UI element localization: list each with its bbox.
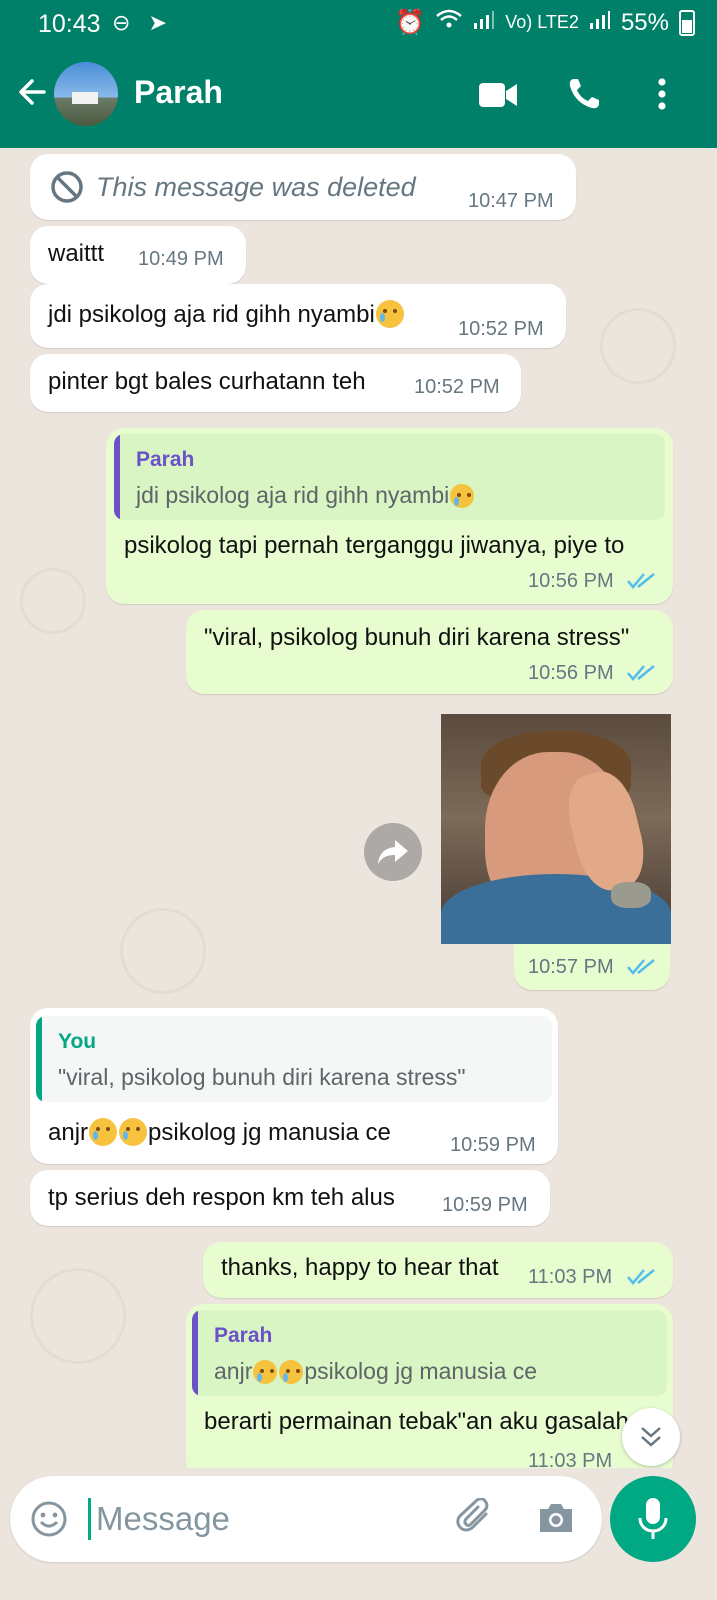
message-bubble-incoming[interactable]: waittt 10:49 PM	[30, 226, 246, 284]
alarm-icon: ⏰	[395, 9, 426, 36]
message-text: pinter bgt bales curhatann teh	[48, 368, 366, 395]
message-time: 10:56 PM	[528, 662, 614, 684]
attach-icon[interactable]	[456, 1498, 496, 1538]
contact-name[interactable]: Parah	[134, 74, 223, 111]
video-call-icon[interactable]	[478, 80, 518, 110]
quote-author: You	[58, 1030, 97, 1053]
quote-text: "viral, psikolog bunuh diri karena stres…	[58, 1064, 466, 1090]
quote-bar	[114, 434, 120, 520]
message-placeholder: Message	[96, 1500, 230, 1537]
quote-bar	[192, 1310, 198, 1396]
battery-icon	[679, 9, 695, 36]
message-text: thanks, happy to hear that	[221, 1254, 499, 1281]
message-bubble-incoming[interactable]: You "viral, psikolog bunuh diri karena s…	[30, 1008, 558, 1164]
message-text: jdi psikolog aja rid gihh nyambi	[48, 300, 405, 329]
deleted-icon	[51, 171, 83, 203]
wifi-icon	[435, 8, 463, 37]
message-time: 10:52 PM	[414, 376, 500, 398]
voice-call-icon[interactable]	[566, 76, 602, 112]
crying-face-emoji	[119, 1118, 148, 1146]
message-bubble-incoming[interactable]: This message was deleted 10:47 PM	[30, 154, 576, 220]
message-text: "viral, psikolog bunuh diri karena stres…	[204, 624, 630, 651]
emoji-icon[interactable]	[30, 1500, 68, 1538]
crying-face-emoji	[375, 300, 404, 328]
read-receipt-icon	[627, 573, 655, 589]
message-text: waittt	[48, 240, 105, 267]
scroll-to-bottom-button[interactable]	[622, 1408, 680, 1466]
message-time: 10:47 PM	[468, 190, 554, 212]
status-notification-icons: ⊖ ➤	[112, 10, 173, 35]
status-bar: 10:43 ⊖ ➤ ⏰ Vo) LTE2 55%	[0, 0, 717, 48]
message-bubble-incoming[interactable]: tp serius deh respon km teh alus 10:59 P…	[30, 1170, 550, 1226]
mic-icon	[638, 1498, 668, 1539]
message-text: berarti permainan tebak"an aku gasalah	[204, 1408, 629, 1435]
image-message[interactable]	[441, 714, 671, 944]
crying-face-emoji	[279, 1360, 304, 1384]
crying-face-emoji	[450, 484, 475, 508]
network-label: Vo) LTE2	[505, 12, 579, 32]
message-time: 10:59 PM	[450, 1134, 536, 1156]
message-bubble-outgoing[interactable]: Parah anjr psikolog jg manusia ce berarti…	[186, 1304, 673, 1468]
app-bar: Parah	[0, 48, 717, 148]
crying-face-emoji	[253, 1360, 278, 1384]
forward-icon	[378, 840, 408, 864]
text-cursor	[88, 1498, 91, 1540]
message-time: 11:03 PM	[528, 1450, 613, 1468]
message-time: 10:52 PM	[458, 318, 544, 340]
photo-watch	[611, 882, 651, 908]
status-time: 10:43	[38, 10, 101, 38]
message-bubble-incoming[interactable]: pinter bgt bales curhatann teh 10:52 PM	[30, 354, 521, 412]
more-vert-icon[interactable]	[652, 76, 672, 112]
camera-icon[interactable]	[536, 1500, 576, 1536]
top-bar: 10:43 ⊖ ➤ ⏰ Vo) LTE2 55% Parah	[0, 0, 717, 148]
message-bubble-outgoing[interactable]: thanks, happy to hear that 11:03 PM	[203, 1242, 673, 1298]
contact-avatar[interactable]	[54, 62, 118, 126]
message-text: This message was deleted	[96, 172, 416, 202]
signal-icon	[473, 8, 495, 37]
read-receipt-icon	[627, 1269, 655, 1285]
message-time: 10:56 PM	[528, 570, 614, 592]
composer-bar: Message	[0, 1468, 717, 1600]
image-timestamp-bar: 10:57 PM	[514, 944, 670, 990]
battery-percent: 55%	[620, 8, 669, 36]
status-right-icons: ⏰ Vo) LTE2 55%	[395, 8, 695, 37]
wallpaper-doodle	[120, 908, 206, 994]
wallpaper-doodle	[600, 308, 676, 384]
quoted-message[interactable]: Parah anjr psikolog jg manusia ce	[192, 1310, 667, 1396]
double-chevron-down-icon	[641, 1427, 661, 1447]
mic-button[interactable]	[610, 1476, 696, 1562]
read-receipt-icon	[627, 959, 655, 975]
quote-text: jdi psikolog aja rid gihh nyambi	[136, 482, 475, 509]
quoted-message[interactable]: You "viral, psikolog bunuh diri karena s…	[36, 1016, 552, 1102]
crying-face-emoji	[89, 1118, 118, 1146]
quoted-message[interactable]: Parah jdi psikolog aja rid gihh nyambi	[114, 434, 665, 520]
quote-bar	[36, 1016, 42, 1102]
forward-button[interactable]	[364, 823, 422, 881]
quote-author: Parah	[136, 448, 195, 471]
message-bubble-outgoing[interactable]: Parah jdi psikolog aja rid gihh nyambi p…	[106, 428, 673, 604]
quote-text: anjr psikolog jg manusia ce	[214, 1358, 538, 1384]
signal-icon-2	[589, 8, 611, 37]
message-bubble-incoming[interactable]: jdi psikolog aja rid gihh nyambi 10:52 P…	[30, 284, 566, 348]
message-time: 10:59 PM	[442, 1194, 528, 1216]
read-receipt-icon	[627, 665, 655, 681]
message-time: 10:49 PM	[138, 248, 224, 270]
quote-author: Parah	[214, 1324, 273, 1347]
message-text: psikolog tapi pernah terganggu jiwanya, …	[124, 532, 625, 559]
message-time: 10:57 PM	[528, 956, 614, 978]
message-bubble-outgoing[interactable]: "viral, psikolog bunuh diri karena stres…	[186, 610, 673, 694]
message-input[interactable]: Message	[10, 1476, 602, 1562]
back-arrow-icon[interactable]	[14, 72, 54, 112]
message-text: anjr psikolog jg manusia ce	[48, 1118, 391, 1146]
chat-area[interactable]: This message was deleted 10:47 PM waittt…	[0, 148, 717, 1468]
message-time: 11:03 PM	[528, 1266, 613, 1288]
wallpaper-doodle	[20, 568, 86, 634]
message-text: tp serius deh respon km teh alus	[48, 1184, 395, 1211]
wallpaper-doodle	[30, 1268, 126, 1364]
